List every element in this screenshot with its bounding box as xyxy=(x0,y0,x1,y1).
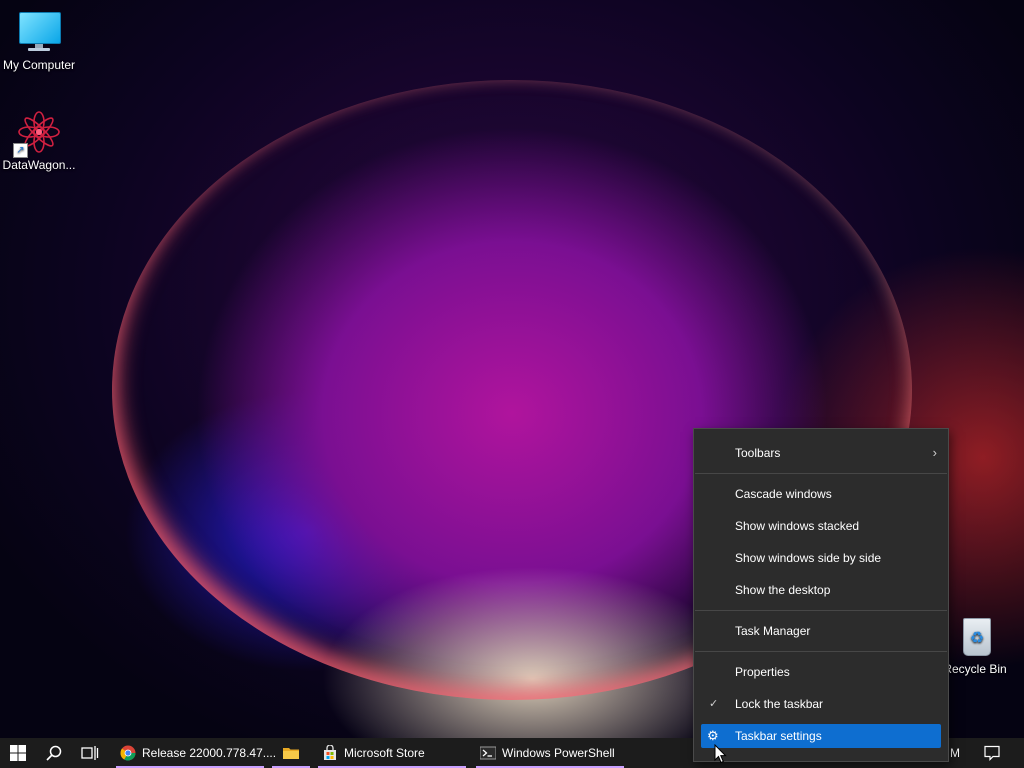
chevron-right-icon: › xyxy=(932,445,937,460)
desktop-icon-my-computer[interactable]: My Computer xyxy=(0,10,78,72)
mouse-cursor-icon xyxy=(714,744,727,764)
shortcut-arrow-icon: ↗ xyxy=(13,143,28,158)
recycle-bin-icon: ♻ xyxy=(953,614,997,658)
menu-item-label: Show windows side by side xyxy=(735,551,882,565)
menu-item-cascade-windows[interactable]: Cascade windows xyxy=(701,478,941,510)
menu-item-label: Lock the taskbar xyxy=(735,697,824,711)
menu-separator xyxy=(695,651,947,652)
menu-item-label: Show windows stacked xyxy=(735,519,860,533)
task-view-icon xyxy=(81,746,99,760)
search-icon xyxy=(46,745,62,761)
notification-icon xyxy=(984,745,1000,761)
microsoft-store-icon xyxy=(322,744,338,761)
file-explorer-icon xyxy=(283,745,299,761)
menu-item-taskbar-settings[interactable]: ⚙ Taskbar settings xyxy=(701,724,941,748)
menu-item-toolbars[interactable]: Toolbars › xyxy=(701,437,941,469)
powershell-icon xyxy=(479,745,497,761)
start-button[interactable] xyxy=(0,738,36,768)
search-button[interactable] xyxy=(36,738,72,768)
menu-item-properties[interactable]: Properties xyxy=(701,656,941,688)
menu-item-show-windows-stacked[interactable]: Show windows stacked xyxy=(701,510,941,542)
taskbar-app-label: Release 22000.778.47.... xyxy=(142,746,277,760)
menu-item-label: Taskbar settings xyxy=(735,729,822,743)
checkmark-icon: ✓ xyxy=(709,698,719,710)
taskbar-app-file-explorer[interactable] xyxy=(270,738,312,768)
notification-button[interactable] xyxy=(976,738,1008,768)
taskbar-context-menu: Toolbars › Cascade windows Show windows … xyxy=(693,428,949,762)
taskbar-app-label: Microsoft Store xyxy=(344,746,425,760)
menu-item-label: Show the desktop xyxy=(735,583,831,597)
menu-item-task-manager[interactable]: Task Manager xyxy=(701,615,941,647)
datawagon-icon: ↗ xyxy=(13,110,61,158)
taskbar-app-powershell[interactable]: Windows PowerShell xyxy=(474,738,626,768)
chrome-icon xyxy=(120,745,136,761)
windows-logo-icon xyxy=(10,745,26,761)
menu-item-label: Cascade windows xyxy=(735,487,832,501)
menu-item-show-windows-side-by-side[interactable]: Show windows side by side xyxy=(701,542,941,574)
menu-item-label: Properties xyxy=(735,665,790,679)
menu-item-label: Task Manager xyxy=(735,624,811,638)
taskbar-app-label: Windows PowerShell xyxy=(502,746,615,760)
menu-item-lock-the-taskbar[interactable]: ✓ Lock the taskbar xyxy=(701,688,941,720)
monitor-icon xyxy=(17,10,61,54)
menu-item-show-the-desktop[interactable]: Show the desktop xyxy=(701,574,941,606)
menu-separator xyxy=(695,610,947,611)
clock-partial[interactable]: M xyxy=(950,738,960,768)
menu-separator xyxy=(695,473,947,474)
desktop-icon-label: DataWagon... xyxy=(2,158,76,172)
taskbar-app-microsoft-store[interactable]: Microsoft Store xyxy=(316,738,468,768)
desktop-icon-label: My Computer xyxy=(2,58,76,72)
taskbar-app-chrome[interactable]: Release 22000.778.47.... xyxy=(114,738,276,768)
desktop-icon-datawagon[interactable]: ↗ DataWagon... xyxy=(0,110,78,172)
menu-item-label: Toolbars xyxy=(735,446,781,460)
task-view-button[interactable] xyxy=(72,738,108,768)
